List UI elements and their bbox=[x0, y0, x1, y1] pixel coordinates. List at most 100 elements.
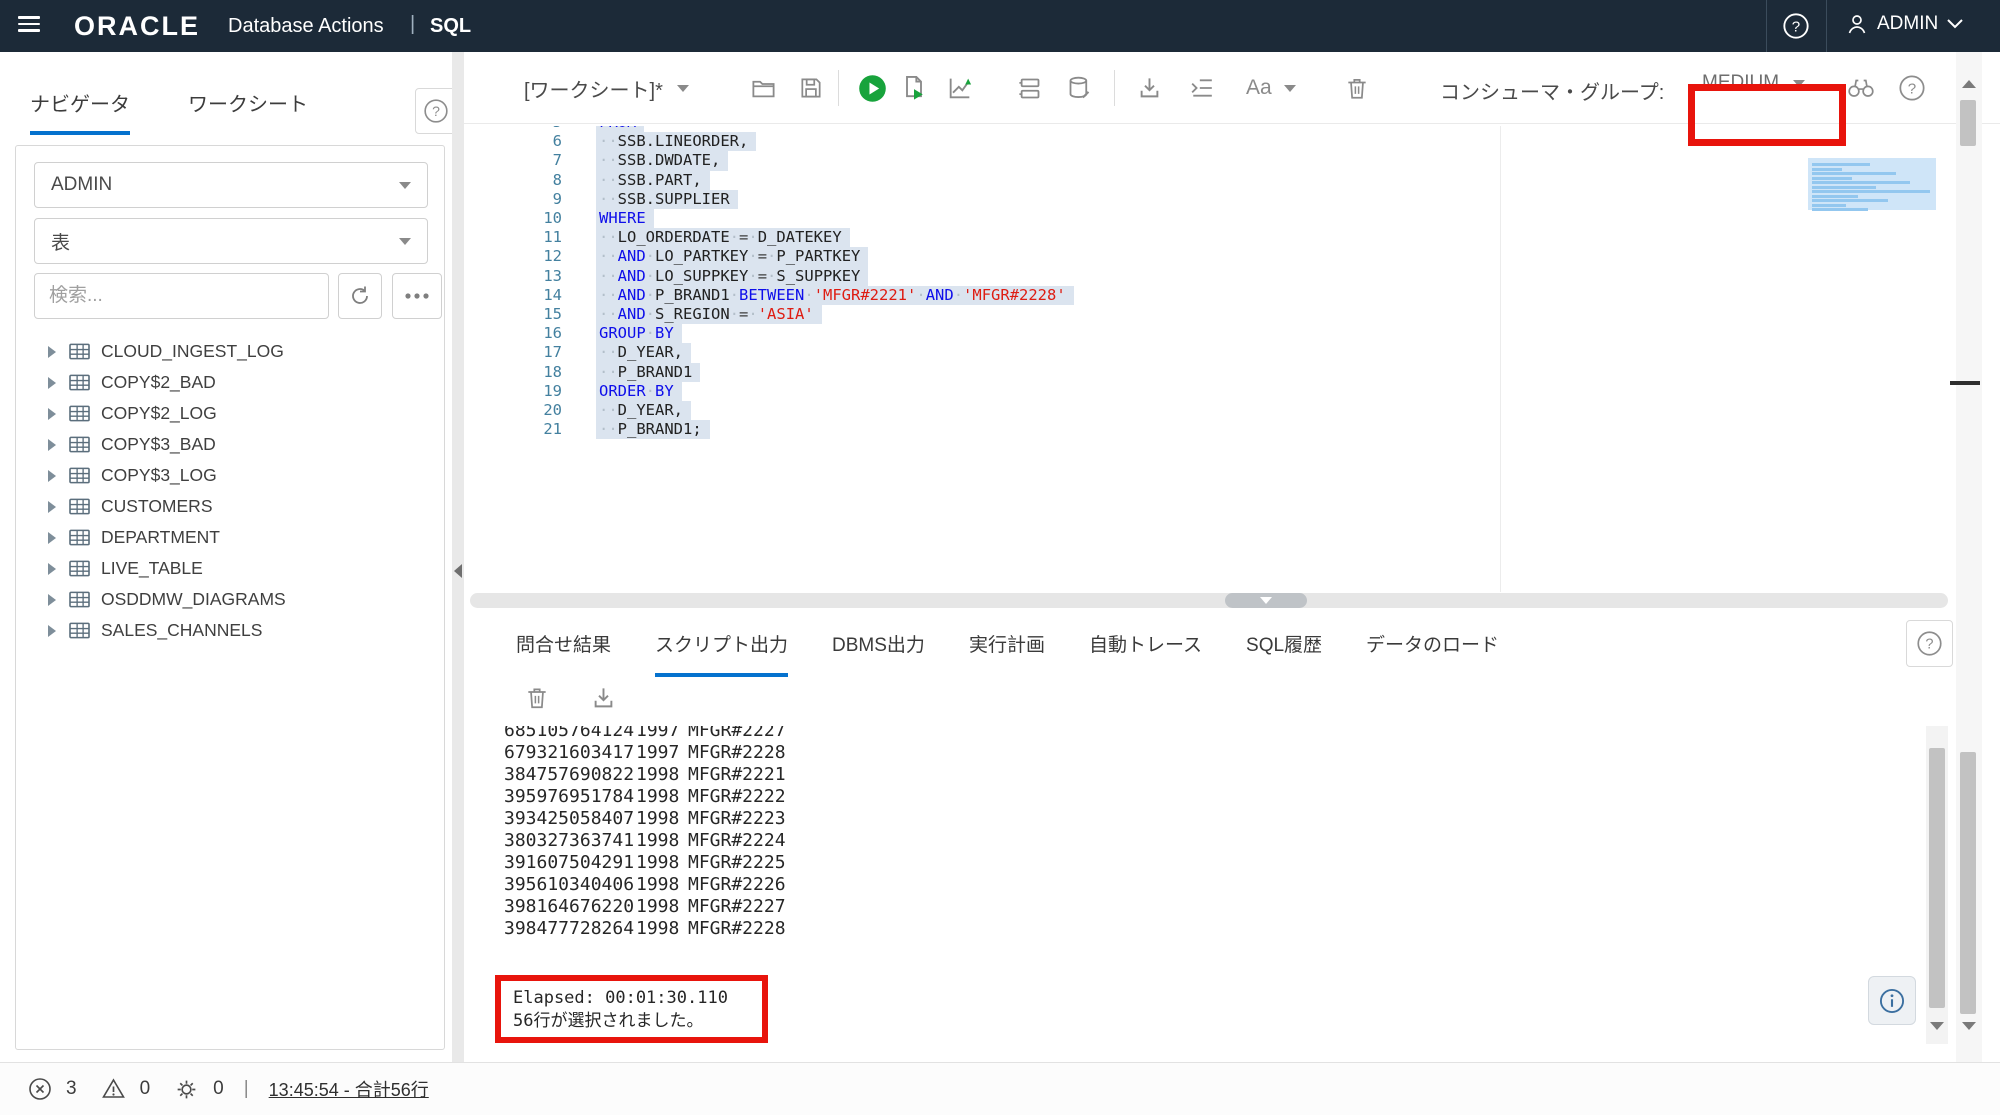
code-line[interactable]: 20··D_YEAR, bbox=[464, 401, 1956, 420]
download-button[interactable] bbox=[1136, 52, 1163, 124]
explain-plan-button[interactable] bbox=[1016, 52, 1043, 124]
result-summary-link[interactable]: 13:45:54 - 合計56行 bbox=[269, 1076, 429, 1102]
output-brand: MFGR#2228 bbox=[688, 742, 786, 764]
code-line[interactable]: 14··AND·P_BRAND1·BETWEEN·'MFGR#2221'·AND… bbox=[464, 286, 1956, 305]
tab-worksheet[interactable]: ワークシート bbox=[188, 88, 308, 135]
minimap[interactable] bbox=[1808, 158, 1936, 210]
code-line[interactable]: 13··AND·LO_SUPPKEY·=·S_SUPPKEY bbox=[464, 267, 1956, 286]
code-line[interactable]: 9··SSB.SUPPLIER bbox=[464, 190, 1956, 209]
scrollbar-thumb[interactable] bbox=[1960, 752, 1976, 1014]
main-scrollbar[interactable] bbox=[1956, 52, 1982, 1062]
format-button[interactable] bbox=[1188, 52, 1216, 124]
scroll-down-icon[interactable] bbox=[1930, 1022, 1944, 1030]
tree-item[interactable]: COPY$3_LOG bbox=[16, 460, 444, 491]
tab-navigator[interactable]: ナビゲータ bbox=[30, 88, 130, 135]
code-line[interactable]: 18··P_BRAND1 bbox=[464, 363, 1956, 382]
expand-icon[interactable] bbox=[48, 501, 56, 513]
tree-item[interactable]: COPY$2_LOG bbox=[16, 398, 444, 429]
autotrace-button[interactable] bbox=[946, 52, 974, 124]
code-line[interactable]: 12··AND·LO_PARTKEY·=·P_PARTKEY bbox=[464, 247, 1956, 266]
object-type-select[interactable]: 表 bbox=[34, 218, 428, 264]
find-button[interactable] bbox=[1846, 52, 1876, 124]
warning-count: 0 bbox=[140, 1078, 151, 1100]
code-line[interactable]: 16GROUP·BY bbox=[464, 324, 1956, 343]
results-help-button[interactable]: ? bbox=[1906, 620, 1953, 667]
user-menu[interactable]: ADMIN bbox=[1845, 12, 1964, 36]
sidebar-help-button[interactable]: ? bbox=[415, 88, 457, 134]
output-brand: MFGR#2225 bbox=[688, 852, 786, 874]
error-icon[interactable] bbox=[28, 1077, 52, 1101]
code-line[interactable]: 17··D_YEAR, bbox=[464, 343, 1956, 362]
expand-icon[interactable] bbox=[48, 532, 56, 544]
search-input[interactable] bbox=[34, 273, 329, 319]
tree-item[interactable]: OSDDMW_DIAGRAMS bbox=[16, 584, 444, 615]
schema-select[interactable]: ADMIN bbox=[34, 162, 428, 208]
tree-item[interactable]: CUSTOMERS bbox=[16, 491, 444, 522]
expand-icon[interactable] bbox=[48, 563, 56, 575]
save-button[interactable] bbox=[798, 52, 824, 124]
user-label: ADMIN bbox=[1877, 13, 1938, 35]
tree-item[interactable]: SALES_CHANNELS bbox=[16, 615, 444, 646]
app-title: Database Actions bbox=[228, 15, 384, 38]
menu-icon[interactable] bbox=[18, 16, 40, 36]
code-line[interactable]: 11··LO_ORDERDATE·=·D_DATEKEY bbox=[464, 228, 1956, 247]
splitter-handle[interactable] bbox=[1225, 593, 1307, 608]
help-button[interactable]: ? bbox=[1782, 12, 1810, 40]
code-line[interactable]: 21··P_BRAND1; bbox=[464, 420, 1956, 439]
result-tab[interactable]: 実行計画 bbox=[969, 630, 1045, 677]
expand-icon[interactable] bbox=[48, 439, 56, 451]
table-icon bbox=[68, 528, 91, 547]
clear-worksheet-button[interactable] bbox=[1344, 52, 1370, 124]
expand-icon[interactable] bbox=[48, 377, 56, 389]
tree-item[interactable]: DEPARTMENT bbox=[16, 522, 444, 553]
scroll-up-icon[interactable] bbox=[1962, 80, 1976, 88]
code-line[interactable]: 15··AND·S_REGION·=·'ASIA' bbox=[464, 305, 1956, 324]
expand-icon[interactable] bbox=[48, 346, 56, 358]
sidebar-splitter[interactable] bbox=[452, 52, 464, 1062]
consumer-group-select[interactable]: MEDIUM bbox=[1702, 72, 1805, 94]
clear-output-button[interactable] bbox=[524, 684, 550, 712]
panel-splitter[interactable] bbox=[470, 593, 1948, 608]
code-line[interactable]: 6··SSB.LINEORDER, bbox=[464, 132, 1956, 151]
sql-editor[interactable]: 5FROM6··SSB.LINEORDER,7··SSB.DWDATE,8··S… bbox=[464, 126, 1956, 592]
tree-item[interactable]: COPY$3_BAD bbox=[16, 429, 444, 460]
download-icon bbox=[590, 685, 617, 712]
result-tab[interactable]: SQL履歴 bbox=[1246, 630, 1322, 677]
scrollbar-thumb[interactable] bbox=[1960, 100, 1976, 146]
worksheet-selector[interactable]: [ワークシート]* bbox=[524, 52, 689, 124]
code-line[interactable]: 8··SSB.PART, bbox=[464, 171, 1956, 190]
code-line[interactable]: 7··SSB.DWDATE, bbox=[464, 151, 1956, 170]
result-tab[interactable]: 自動トレース bbox=[1089, 630, 1202, 677]
output-scrollbar[interactable] bbox=[1926, 726, 1948, 1044]
font-size-button[interactable]: Aa bbox=[1246, 52, 1296, 124]
result-tab[interactable]: データのロード bbox=[1366, 630, 1499, 677]
code-line[interactable]: 19ORDER·BY bbox=[464, 382, 1956, 401]
tree-item[interactable]: LIVE_TABLE bbox=[16, 553, 444, 584]
sidebar-tabs: ナビゲータ ワークシート bbox=[30, 88, 308, 135]
expand-icon[interactable] bbox=[48, 594, 56, 606]
ellipsis-icon bbox=[404, 292, 430, 300]
tree-item[interactable]: COPY$2_BAD bbox=[16, 367, 444, 398]
expand-icon[interactable] bbox=[48, 470, 56, 482]
warning-icon[interactable] bbox=[101, 1077, 126, 1101]
editor-help-button[interactable]: ? bbox=[1898, 52, 1926, 124]
expand-icon[interactable] bbox=[48, 408, 56, 420]
download-output-button[interactable] bbox=[590, 685, 617, 712]
scroll-down-icon[interactable] bbox=[1962, 1022, 1976, 1030]
gear-icon[interactable] bbox=[174, 1077, 199, 1102]
result-tab[interactable]: DBMS出力 bbox=[832, 630, 925, 677]
code-line[interactable]: 10WHERE bbox=[464, 209, 1956, 228]
result-tab[interactable]: 問合せ結果 bbox=[516, 630, 611, 677]
more-actions-button[interactable] bbox=[392, 273, 442, 319]
sql-history-button[interactable] bbox=[1066, 52, 1093, 124]
refresh-button[interactable] bbox=[338, 273, 382, 319]
run-script-button[interactable] bbox=[900, 52, 928, 124]
worksheet-toolbar: [ワークシート]* bbox=[464, 52, 2000, 124]
scrollbar-thumb[interactable] bbox=[1929, 748, 1945, 1008]
info-button[interactable] bbox=[1868, 976, 1916, 1025]
expand-icon[interactable] bbox=[48, 625, 56, 637]
result-tab[interactable]: スクリプト出力 bbox=[655, 630, 788, 677]
open-file-button[interactable] bbox=[750, 52, 777, 124]
run-statement-button[interactable] bbox=[858, 52, 887, 124]
tree-item[interactable]: CLOUD_INGEST_LOG bbox=[16, 336, 444, 367]
